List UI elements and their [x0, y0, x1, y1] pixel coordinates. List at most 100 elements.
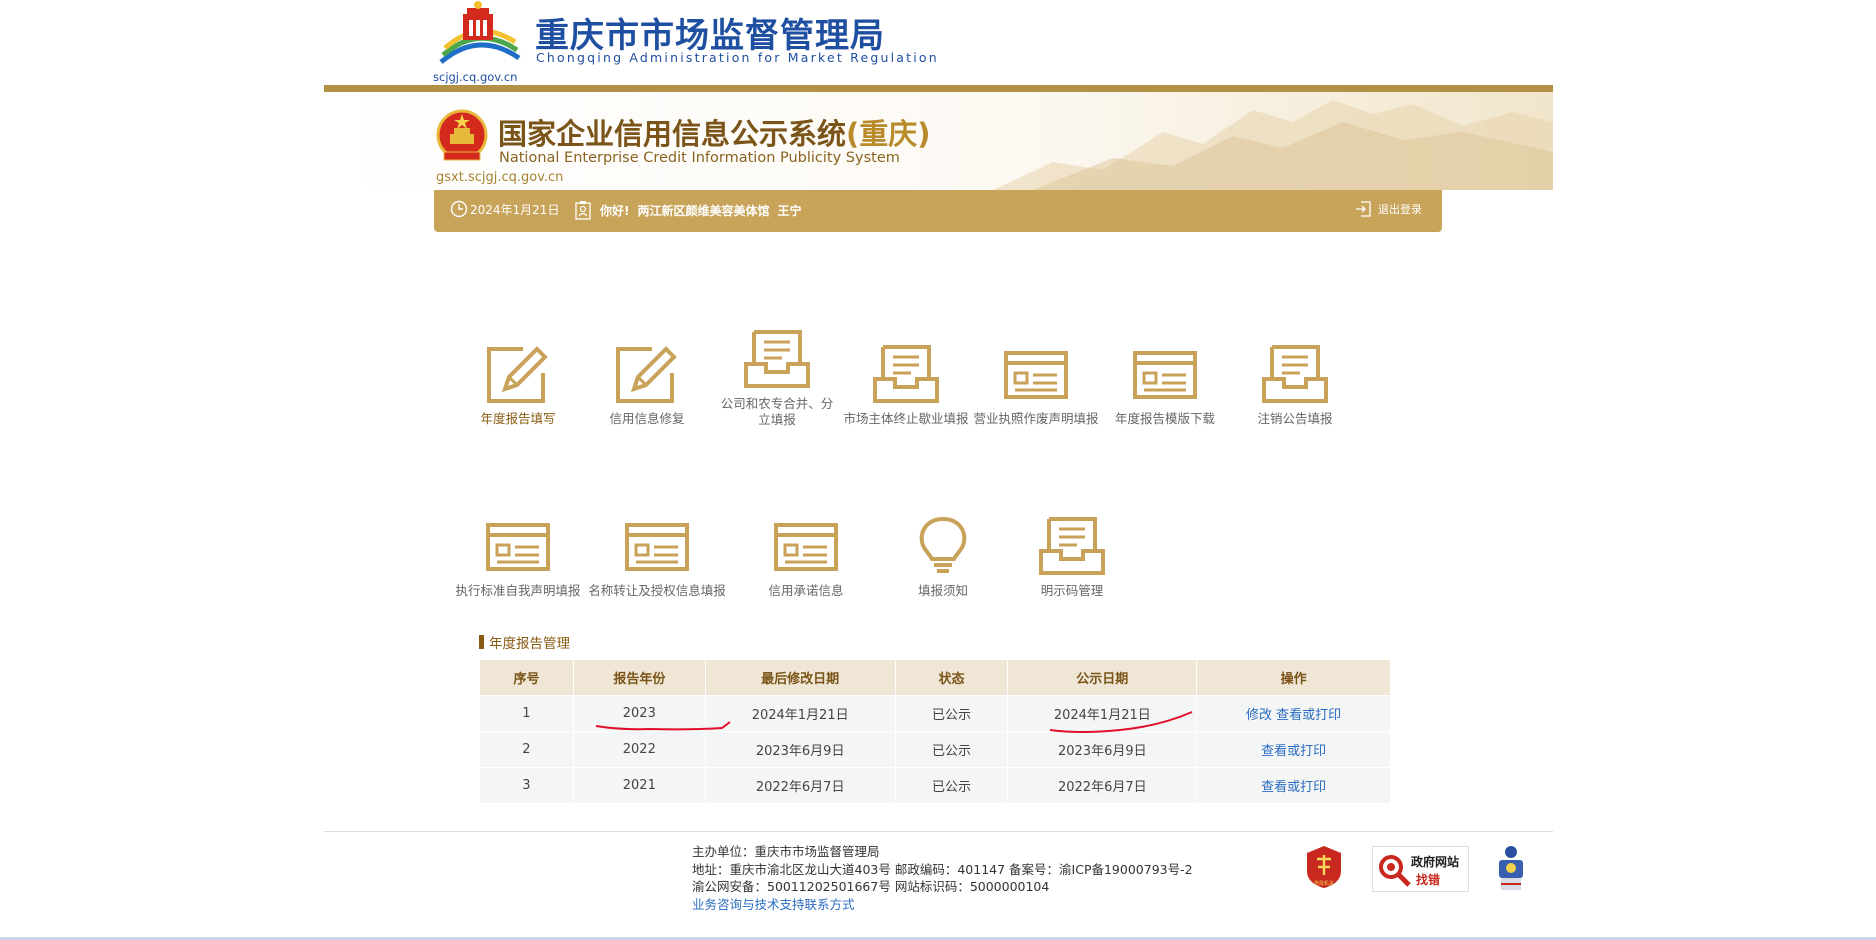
logout-label: 退出登录 — [1378, 203, 1422, 216]
site-subtitle: Chongqing Administration for Market Regu… — [536, 50, 939, 65]
annual-report-table: 序号 报告年份 最后修改日期 状态 公示日期 操作 1 2023 2024年1月… — [479, 659, 1391, 804]
party-government-icon: 党政机关 — [1307, 846, 1341, 888]
cell-no: 3 — [479, 767, 574, 804]
site-domain: scjgj.cq.gov.cn — [433, 70, 518, 84]
system-title: 国家企业信用信息公示系统(重庆) — [498, 111, 931, 153]
tile-annual-report-fill[interactable]: 年度报告填写 — [453, 343, 583, 427]
tile-label: 公司和农专合并、分立填报 — [720, 396, 834, 427]
police-icon — [1499, 846, 1523, 890]
system-title-region: (重庆) — [846, 117, 931, 151]
footer-sponsor: 主办单位：重庆市市场监督管理局 — [692, 844, 880, 859]
col-header-modified: 最后修改日期 — [704, 659, 896, 696]
tile-label: 执行标准自我声明填报 — [455, 583, 581, 598]
tile-termination[interactable]: 市场主体终止歇业填报 — [841, 343, 971, 427]
card-icon — [1133, 351, 1197, 399]
inbox-icon — [873, 345, 939, 403]
tile-credit-repair[interactable]: 信用信息修复 — [582, 343, 712, 427]
col-header-status: 状态 — [894, 659, 1009, 696]
view-print-link[interactable]: 查看或打印 — [1261, 744, 1326, 759]
section-title: 年度报告管理 — [479, 632, 570, 652]
edit-icon — [616, 346, 677, 403]
party-badge-text: 党政机关 — [1314, 880, 1334, 887]
col-header-year: 报告年份 — [572, 659, 706, 696]
clock-icon — [450, 200, 468, 218]
edit-link[interactable]: 修改 — [1246, 708, 1272, 723]
tile-merger-split[interactable]: 公司和农专合并、分立填报 — [712, 328, 842, 428]
tile-label: 营业执照作废声明填报 — [973, 411, 1099, 426]
tile-label: 年度报告模版下载 — [1114, 411, 1215, 426]
tile-template-download[interactable]: 年度报告模版下载 — [1100, 343, 1230, 427]
header-divider — [324, 85, 1553, 92]
cell-modified: 2022年6月7日 — [704, 767, 896, 804]
footer-address: 地址：重庆市渝北区龙山大道403号 邮政编码：401147 备案号：渝ICP备1… — [692, 861, 1193, 877]
tile-name-transfer[interactable]: 名称转让及授权信息填报 — [588, 515, 726, 599]
footer-contact-link[interactable]: 业务咨询与技术支持联系方式 — [692, 897, 855, 912]
cell-no: 1 — [479, 695, 574, 732]
date-text: 2024年1月21日 — [470, 202, 560, 217]
inbox-icon — [1039, 517, 1105, 575]
system-domain: gsxt.scjgj.cq.gov.cn — [436, 170, 564, 185]
greeting-text: 你好! — [600, 203, 630, 218]
cell-no: 2 — [479, 731, 574, 768]
card-icon — [1004, 351, 1068, 399]
table-header-row: 序号 报告年份 最后修改日期 状态 公示日期 操作 — [479, 659, 1391, 696]
tile-label: 名称转让及授权信息填报 — [588, 583, 726, 598]
site-header: 重庆市市场监督管理局 Chongqing Administration for … — [433, 0, 937, 86]
gov-badge-line1: 政府网站 — [1411, 855, 1460, 869]
gov-badge-line2: 找错 — [1416, 873, 1441, 887]
tile-license-void[interactable]: 营业执照作废声明填报 — [971, 343, 1101, 427]
user-greeting: 你好! 两江新区颜维美容美体馆 王宁 — [574, 200, 802, 220]
tile-label: 注销公告填报 — [1257, 411, 1333, 426]
system-subtitle: National Enterprise Credit Information P… — [499, 150, 900, 166]
cell-published: 2022年6月7日 — [1007, 767, 1198, 804]
magnifier-icon — [1379, 855, 1411, 887]
section-title-text: 年度报告管理 — [489, 636, 570, 652]
tile-label: 信用信息修复 — [609, 411, 685, 426]
market-regulation-logo — [439, 1, 521, 64]
tile-label: 信用承诺信息 — [768, 583, 844, 598]
footer-divider — [324, 831, 1553, 832]
tile-code-management[interactable]: 明示码管理 — [1007, 515, 1137, 599]
tile-label: 明示码管理 — [1040, 583, 1104, 598]
view-print-link[interactable]: 查看或打印 — [1261, 780, 1326, 795]
view-print-link[interactable]: 查看或打印 — [1276, 708, 1341, 723]
tile-standard-declaration[interactable]: 执行标准自我声明填报 — [453, 515, 583, 599]
inbox-icon — [1262, 345, 1328, 403]
table-row: 3 2021 2022年6月7日 已公示 2022年6月7日 查看或打印 — [479, 767, 1391, 804]
section-marker — [479, 635, 484, 649]
system-banner: 国家企业信用信息公示系统(重庆) National Enterprise Cre… — [324, 92, 1553, 190]
company-name: 两江新区颜维美容美体馆 — [637, 203, 770, 218]
cell-status: 已公示 — [894, 695, 1009, 732]
cell-year: 2021 — [572, 767, 706, 804]
inbox-icon — [744, 330, 810, 388]
cell-modified: 2024年1月21日 — [704, 695, 896, 732]
table-row: 1 2023 2024年1月21日 已公示 2024年1月21日 修改 查看或打… — [479, 695, 1391, 732]
col-header-action: 操作 — [1196, 659, 1391, 696]
cell-status: 已公示 — [894, 767, 1009, 804]
tile-label: 市场主体终止歇业填报 — [843, 411, 969, 426]
cell-status: 已公示 — [894, 731, 1009, 768]
party-government-badge[interactable]: 党政机关 — [1305, 845, 1343, 889]
gov-site-error-report[interactable]: 政府网站 找错 — [1372, 846, 1469, 892]
lightbulb-icon — [919, 516, 967, 573]
tile-filing-notes[interactable]: 填报须知 — [878, 515, 1008, 599]
police-badge[interactable] — [1495, 844, 1527, 894]
cell-published: 2023年6月9日 — [1007, 731, 1198, 768]
card-icon — [486, 523, 550, 571]
cell-action: 查看或打印 — [1196, 767, 1391, 804]
footer-info: 主办单位：重庆市市场监督管理局 地址：重庆市渝北区龙山大道403号 邮政编码：4… — [692, 843, 1193, 913]
user-name: 王宁 — [777, 203, 802, 218]
logout-button[interactable]: 退出登录 — [1354, 200, 1422, 218]
cell-action: 查看或打印 — [1196, 731, 1391, 768]
tile-label: 填报须知 — [917, 583, 968, 598]
tile-deregistration-notice[interactable]: 注销公告填报 — [1230, 343, 1360, 427]
logout-icon — [1356, 201, 1371, 217]
card-icon — [774, 523, 838, 571]
cell-modified: 2023年6月9日 — [704, 731, 896, 768]
system-title-main: 国家企业信用信息公示系统 — [498, 117, 847, 151]
tile-label: 年度报告填写 — [480, 411, 556, 426]
table-row: 2 2022 2023年6月9日 已公示 2023年6月9日 查看或打印 — [479, 731, 1391, 768]
national-emblem-icon — [436, 109, 488, 161]
tile-credit-commitment[interactable]: 信用承诺信息 — [741, 515, 871, 599]
col-header-no: 序号 — [479, 659, 574, 696]
